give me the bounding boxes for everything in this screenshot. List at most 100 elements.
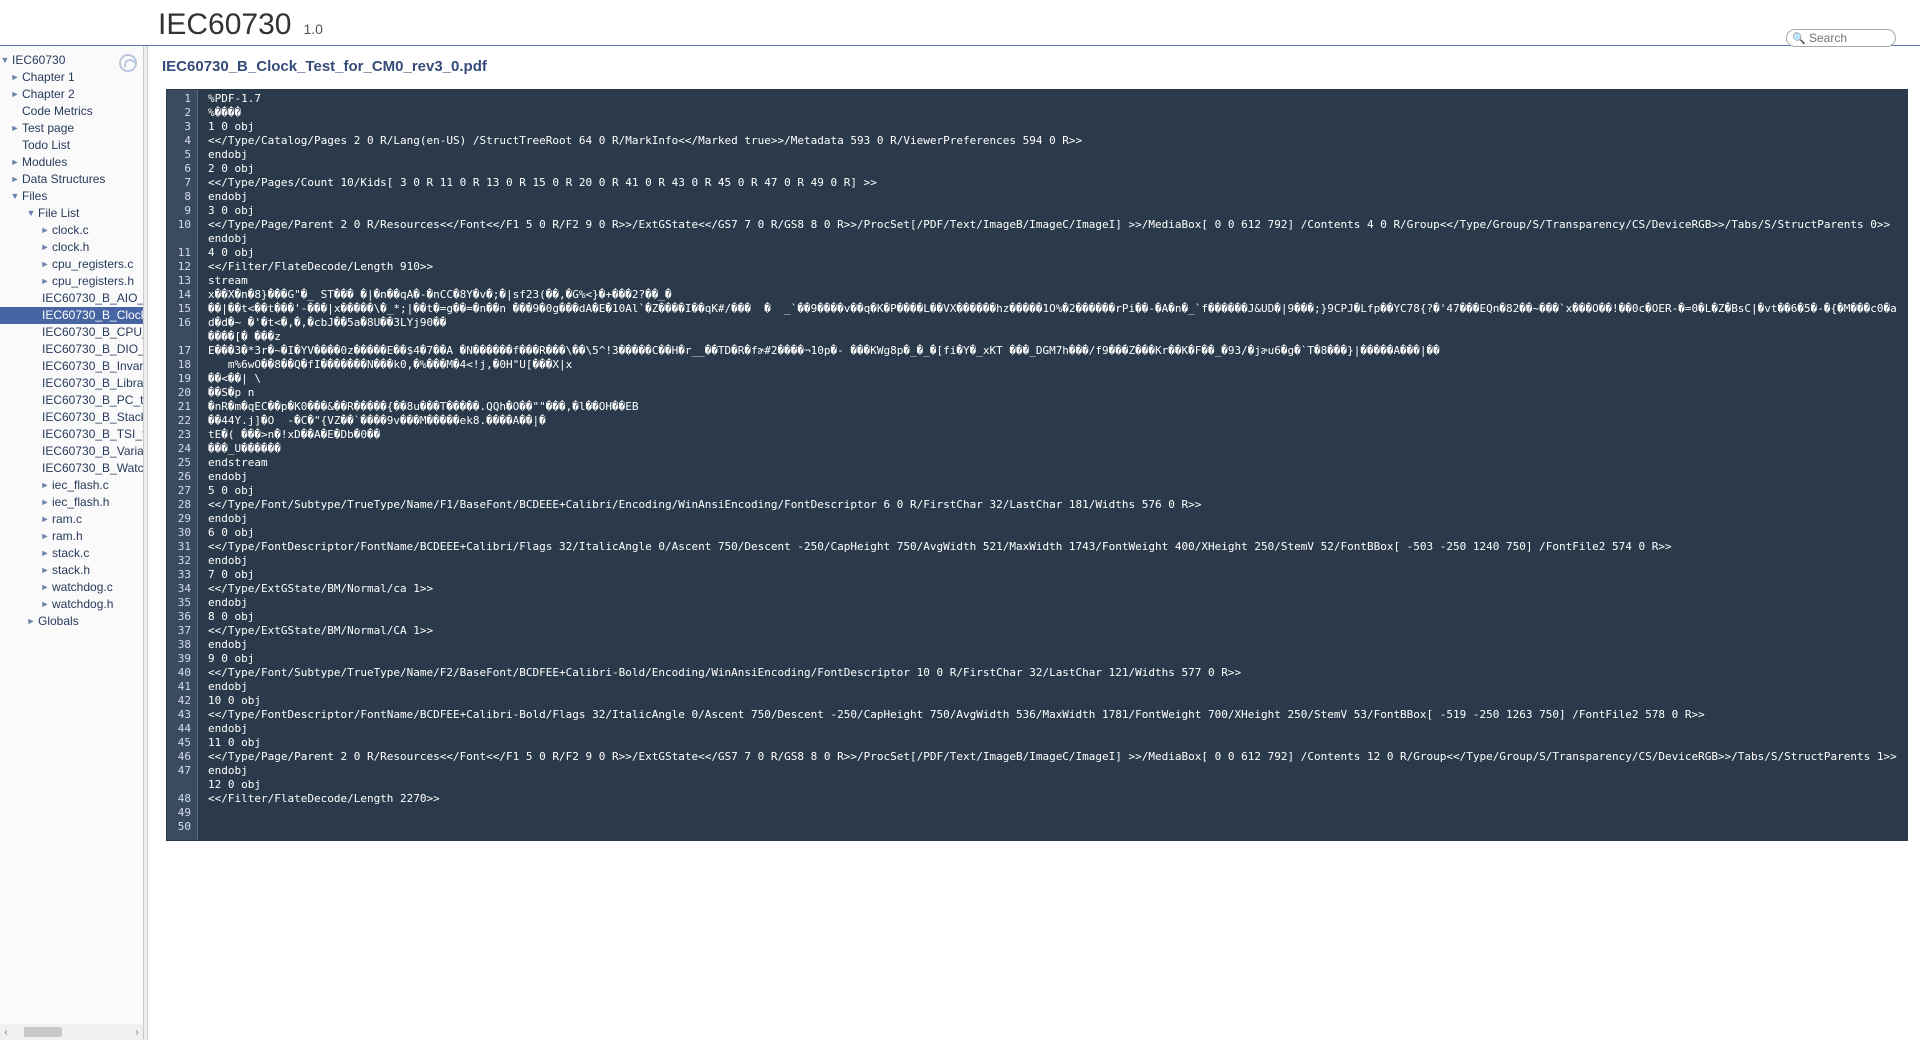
tree-item-label: IEC60730_B_Variabl	[42, 443, 143, 460]
chevron-right-icon[interactable]: ►	[10, 171, 20, 188]
chevron-down-icon[interactable]: ▼	[26, 205, 36, 222]
chevron-down-icon[interactable]: ▼	[10, 188, 20, 205]
tree-item[interactable]: IEC60730_B_TSI_te	[0, 426, 143, 443]
tree-item[interactable]: IEC60730_B_Invaria	[0, 358, 143, 375]
tree-item-label: IEC60730_B_Watchd	[42, 460, 143, 477]
sync-icon[interactable]	[119, 54, 137, 72]
tree-item-label: IEC60730_B_Library	[42, 375, 143, 392]
tree-item[interactable]: IEC60730_B_Stack_	[0, 409, 143, 426]
tree-item-label: iec_flash.c	[52, 477, 109, 494]
tree-item[interactable]: IEC60730_B_Variabl	[0, 443, 143, 460]
tree-item[interactable]: IEC60730_B_Clock_	[0, 307, 143, 324]
tree-item[interactable]: ►watchdog.c	[0, 579, 143, 596]
code-block: 1234567891011121314151617181920212223242…	[166, 89, 1908, 841]
tree-item[interactable]: ►cpu_registers.c	[0, 256, 143, 273]
tree-item-label: Globals	[38, 613, 79, 630]
code-text: %PDF-1.7%����1 0 obj<</Type/Catalog/Page…	[198, 90, 1907, 840]
tree-item-label: IEC60730_B_Clock_	[42, 307, 143, 324]
chevron-down-icon[interactable]: ▼	[0, 52, 10, 69]
chevron-right-icon[interactable]: ►	[10, 154, 20, 171]
tree-item[interactable]: ►Chapter 2	[0, 86, 143, 103]
tree-item-label: IEC60730_B_DIO_te	[42, 341, 143, 358]
tree-item[interactable]: ►Globals	[0, 613, 143, 630]
tree-item[interactable]: ►Modules	[0, 154, 143, 171]
tree-item[interactable]: ▼File List	[0, 205, 143, 222]
tree-item-label: Data Structures	[22, 171, 105, 188]
tree-item[interactable]: IEC60730_B_DIO_te	[0, 341, 143, 358]
tree-item-label: ram.c	[52, 511, 82, 528]
tree-item-label: IEC60730_B_AIO_test	[42, 290, 143, 307]
tree-item-label: stack.c	[52, 545, 89, 562]
tree-item-label: cpu_registers.c	[52, 256, 133, 273]
chevron-right-icon[interactable]: ►	[40, 273, 50, 290]
tree-item-label: IEC60730_B_PC_tes	[42, 392, 143, 409]
sidebar: ▼IEC60730►Chapter 1►Chapter 2Code Metric…	[0, 46, 144, 1040]
chevron-right-icon[interactable]: ►	[10, 86, 20, 103]
chevron-right-icon[interactable]: ►	[40, 528, 50, 545]
chevron-right-icon[interactable]: ►	[40, 477, 50, 494]
scroll-thumb[interactable]	[24, 1027, 62, 1037]
chevron-right-icon[interactable]: ►	[40, 579, 50, 596]
tree-item[interactable]: ►cpu_registers.h	[0, 273, 143, 290]
chevron-right-icon[interactable]: ►	[40, 222, 50, 239]
tree-item[interactable]: ►stack.c	[0, 545, 143, 562]
tree-item-label: clock.h	[52, 239, 89, 256]
tree-item[interactable]: IEC60730_B_AIO_test	[0, 290, 143, 307]
chevron-right-icon[interactable]: ►	[40, 239, 50, 256]
project-name: IEC60730	[158, 8, 291, 42]
tree-item-label: iec_flash.h	[52, 494, 109, 511]
tree-item-label: Chapter 1	[22, 69, 75, 86]
chevron-right-icon[interactable]: ►	[10, 69, 20, 86]
tree-item[interactable]: ►Data Structures	[0, 171, 143, 188]
tree-item[interactable]: ▼Files	[0, 188, 143, 205]
tree-item-label: watchdog.c	[52, 579, 113, 596]
tree-item[interactable]: ►stack.h	[0, 562, 143, 579]
tree-item-label: Chapter 2	[22, 86, 75, 103]
tree-item[interactable]: Todo List	[0, 137, 143, 154]
header: IEC60730 1.0 🔍	[0, 0, 1920, 45]
tree-item-label: cpu_registers.h	[52, 273, 134, 290]
chevron-right-icon[interactable]: ►	[40, 494, 50, 511]
tree-item[interactable]: IEC60730_B_PC_tes	[0, 392, 143, 409]
tree-item[interactable]: IEC60730_B_Library	[0, 375, 143, 392]
tree-item[interactable]: ►Test page	[0, 120, 143, 137]
sidebar-h-scrollbar[interactable]: ‹ ›	[0, 1024, 143, 1040]
tree-item-label: Test page	[22, 120, 74, 137]
chevron-right-icon[interactable]: ►	[40, 562, 50, 579]
tree-item[interactable]: ►iec_flash.c	[0, 477, 143, 494]
tree-item-label: File List	[38, 205, 79, 222]
tree-item-label: IEC60730_B_TSI_te	[42, 426, 143, 443]
tree-item-label: Code Metrics	[22, 103, 93, 120]
project-version: 1.0	[303, 21, 322, 37]
tree-item[interactable]: IEC60730_B_CPU_t	[0, 324, 143, 341]
tree-item-label: clock.c	[52, 222, 89, 239]
tree-item[interactable]: ►ram.c	[0, 511, 143, 528]
tree-item[interactable]: Code Metrics	[0, 103, 143, 120]
tree-item-label: watchdog.h	[52, 596, 113, 613]
search-area: 🔍	[1786, 29, 1896, 47]
scroll-right-arrow[interactable]: ›	[131, 1027, 143, 1038]
nav-tree: ▼IEC60730►Chapter 1►Chapter 2Code Metric…	[0, 46, 143, 1024]
line-number-gutter: 1234567891011121314151617181920212223242…	[167, 90, 198, 840]
tree-item-label: IEC60730	[12, 52, 65, 69]
tree-item[interactable]: ►Chapter 1	[0, 69, 143, 86]
tree-item[interactable]: ►watchdog.h	[0, 596, 143, 613]
tree-item[interactable]: IEC60730_B_Watchd	[0, 460, 143, 477]
page-title: IEC60730_B_Clock_Test_for_CM0_rev3_0.pdf	[162, 58, 1912, 75]
tree-item-label: Todo List	[22, 137, 70, 154]
tree-item[interactable]: ►iec_flash.h	[0, 494, 143, 511]
tree-item[interactable]: ►clock.h	[0, 239, 143, 256]
tree-item[interactable]: ►ram.h	[0, 528, 143, 545]
tree-item[interactable]: ►clock.c	[0, 222, 143, 239]
chevron-right-icon[interactable]: ►	[10, 120, 20, 137]
scroll-left-arrow[interactable]: ‹	[0, 1027, 12, 1038]
chevron-right-icon[interactable]: ►	[26, 613, 36, 630]
chevron-right-icon[interactable]: ►	[40, 596, 50, 613]
chevron-right-icon[interactable]: ►	[40, 511, 50, 528]
chevron-right-icon[interactable]: ►	[40, 256, 50, 273]
tree-item-label: IEC60730_B_Stack_	[42, 409, 143, 426]
tree-item-label: Modules	[22, 154, 67, 171]
tree-item-label: IEC60730_B_CPU_t	[42, 324, 143, 341]
tree-item-label: Files	[22, 188, 47, 205]
chevron-right-icon[interactable]: ►	[40, 545, 50, 562]
